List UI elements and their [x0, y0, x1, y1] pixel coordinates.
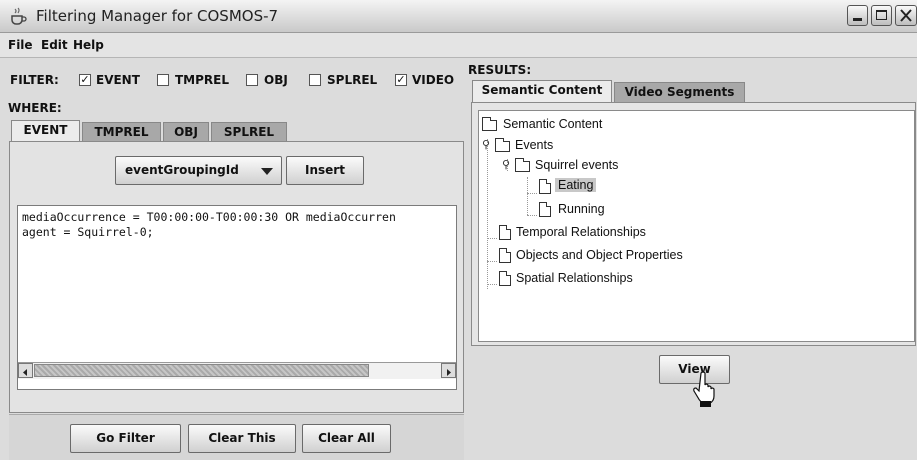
folder-icon [482, 117, 497, 131]
title-bar[interactable]: Filtering Manager for COSMOS-7 [0, 0, 917, 33]
tree-node-events[interactable]: Events [515, 138, 553, 152]
arrow-left-icon [23, 369, 27, 376]
document-icon [539, 202, 551, 217]
tree-node-spatial[interactable]: Spatial Relationships [516, 271, 633, 285]
java-cup-icon [11, 7, 27, 25]
maximize-icon [876, 10, 887, 20]
tree-connector [527, 177, 528, 215]
tab-tmprel[interactable]: TMPREL [82, 122, 161, 142]
hand-cursor-icon [693, 371, 715, 407]
tab-semantic-content[interactable]: Semantic Content [472, 80, 612, 102]
expand-handle-icon[interactable]: ⚲ [482, 139, 490, 150]
filter-splrel-checkbox[interactable] [309, 74, 321, 86]
where-label: WHERE: [8, 101, 62, 115]
tree-connector [487, 284, 497, 285]
tree-node-temporal[interactable]: Temporal Relationships [516, 225, 646, 239]
document-icon [499, 271, 511, 286]
menu-edit[interactable]: Edit [41, 38, 68, 52]
field-dropdown-value: eventGroupingId [125, 163, 239, 177]
query-line-1: mediaOccurrence = T00:00:00-T00:00:30 OR… [22, 210, 396, 224]
tab-event[interactable]: EVENT [11, 120, 80, 142]
field-dropdown[interactable]: eventGroupingId [115, 156, 282, 185]
window-title: Filtering Manager for COSMOS-7 [36, 7, 279, 25]
document-icon [499, 225, 511, 240]
tree-node-root[interactable]: Semantic Content [503, 117, 602, 131]
menu-file[interactable]: File [8, 38, 33, 52]
tree-connector [487, 238, 497, 239]
tree-connector [527, 215, 537, 216]
insert-button[interactable]: Insert [286, 156, 364, 185]
maximize-button[interactable] [871, 5, 892, 26]
tree-node-running[interactable]: Running [558, 202, 605, 216]
query-line-2: agent = Squirrel-0; [22, 225, 154, 239]
horizontal-scrollbar[interactable] [18, 362, 456, 379]
scroll-right-button[interactable] [441, 363, 456, 378]
tree-connector [527, 193, 537, 194]
tab-video-segments[interactable]: Video Segments [614, 82, 745, 102]
filter-event-label: EVENT [96, 73, 140, 87]
scroll-thumb[interactable] [34, 364, 369, 377]
tree-node-objects[interactable]: Objects and Object Properties [516, 248, 683, 262]
filter-splrel-label: SPLREL [327, 73, 378, 87]
tab-splrel[interactable]: SPLREL [211, 122, 287, 142]
document-icon [539, 179, 551, 194]
menu-bar: File Edit Help [0, 33, 917, 58]
expand-handle-icon[interactable]: ⚲ [502, 159, 510, 170]
document-icon [499, 248, 511, 263]
filter-tmprel-label: TMPREL [175, 73, 230, 87]
menu-help[interactable]: Help [73, 38, 104, 52]
filter-video-checkbox[interactable]: ✓ [395, 74, 407, 86]
arrow-right-icon [447, 369, 451, 376]
tree-connector [487, 261, 497, 262]
scroll-left-button[interactable] [18, 363, 33, 378]
close-button[interactable] [895, 5, 917, 26]
filter-video-label: VIDEO [412, 73, 455, 87]
tree-connector [487, 139, 488, 289]
tab-obj[interactable]: OBJ [163, 122, 209, 142]
folder-icon [515, 158, 530, 172]
filter-obj-label: OBJ [264, 73, 288, 87]
filter-label: FILTER: [10, 73, 59, 87]
close-icon [900, 9, 912, 22]
filter-tmprel-checkbox[interactable] [157, 74, 169, 86]
folder-icon [495, 138, 510, 152]
results-label: RESULTS: [468, 63, 532, 77]
go-filter-button[interactable]: Go Filter [70, 424, 181, 453]
clear-this-button[interactable]: Clear This [188, 424, 296, 453]
chevron-down-icon [261, 168, 273, 175]
filter-event-checkbox[interactable]: ✓ [79, 74, 91, 86]
tree-node-eating[interactable]: Eating [555, 178, 597, 192]
minimize-button[interactable] [847, 5, 868, 26]
filter-obj-checkbox[interactable] [246, 74, 258, 86]
results-tree[interactable]: Semantic Content ⚲ Events ⚲ Squirrel eve… [478, 110, 915, 342]
minimize-icon [853, 18, 862, 21]
tree-node-squirrel-events[interactable]: Squirrel events [535, 158, 618, 172]
clear-all-button[interactable]: Clear All [302, 424, 391, 453]
